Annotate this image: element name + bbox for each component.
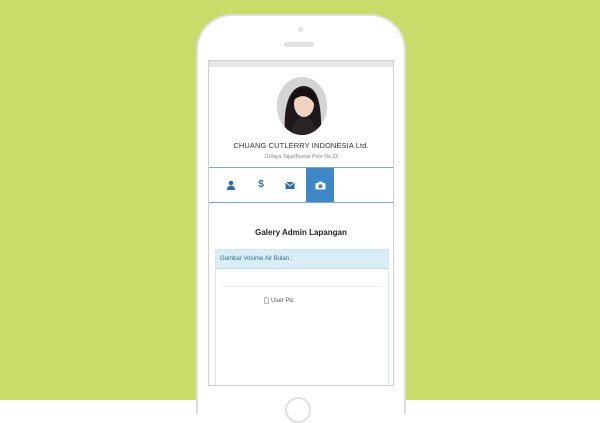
- tab-bar: $: [209, 167, 393, 203]
- camera-icon: [315, 181, 325, 189]
- panel-divider: [222, 286, 382, 287]
- panel-heading: Gambar Volume Air Bulan :: [216, 250, 388, 269]
- user-icon: [227, 180, 235, 190]
- user-pic-image[interactable]: User Pic: [264, 297, 294, 304]
- gallery-panel: Gambar Volume Air Bulan : User Pic: [215, 249, 389, 385]
- envelope-icon: [285, 181, 295, 189]
- company-name: CHUANG CUTLERRY INDONESIA Ltd.: [233, 141, 369, 150]
- home-button[interactable]: [285, 397, 311, 423]
- dollar-icon: $: [258, 179, 264, 190]
- tab-gallery[interactable]: [306, 168, 334, 202]
- broken-image-icon: [264, 297, 269, 304]
- page-title: Galery Admin Lapangan: [255, 228, 347, 237]
- screen-top-bar: [209, 61, 393, 67]
- camera-dot: [298, 27, 303, 32]
- tab-payment[interactable]: $: [247, 168, 275, 202]
- speaker-slot: [284, 42, 314, 47]
- company-address: Jl.Raya Tajur/Bantar Pete No.22: [263, 154, 338, 160]
- user-pic-alt-text: User Pic: [271, 297, 294, 304]
- tab-profile[interactable]: [217, 168, 245, 202]
- phone-screen: CHUANG CUTLERRY INDONESIA Ltd. Jl.Raya T…: [208, 60, 394, 386]
- tab-messages[interactable]: [276, 168, 304, 202]
- avatar: [277, 77, 327, 135]
